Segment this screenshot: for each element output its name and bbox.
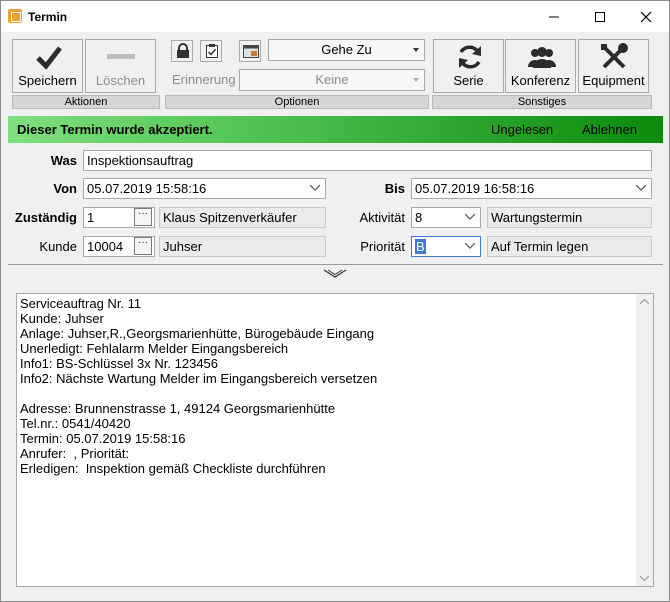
expand-chevron-icon[interactable] [323,268,347,280]
clipboard-check-icon [206,44,218,58]
priority-value: B [415,239,426,254]
was-label: Was [50,153,77,168]
group-caption-options: Optionen [165,95,429,109]
bis-value: 05.07.2019 16:58:16 [415,181,535,196]
group-caption-other: Sonstiges [432,95,652,109]
memo-textarea[interactable]: Serviceauftrag Nr. 11 Kunde: Juhser Anla… [16,293,654,587]
activity-dropdown[interactable]: 8 [411,207,481,228]
customer-id-value: 10004 [87,239,124,254]
customer-lookup-button[interactable]: ··· [134,237,152,255]
memo-text: Serviceauftrag Nr. 11 Kunde: Juhser Anla… [20,296,378,476]
assigned-name-field: Klaus Spitzenverkäufer [159,207,326,228]
close-icon [640,11,652,22]
chevron-down-icon [310,185,320,191]
priority-label: Priorität [360,239,405,254]
chevron-down-icon [413,78,419,82]
status-bar: Dieser Termin wurde akzeptiert. Ungelese… [8,116,663,143]
was-field[interactable]: Inspektionsauftrag [83,150,652,171]
delete-label: Löschen [95,73,146,88]
calendar-view-button[interactable] [239,40,261,62]
goto-dropdown[interactable]: Gehe Zu [268,39,425,61]
title-bar: Termin [1,1,669,32]
save-label: Speichern [18,73,77,88]
checkmark-icon [36,46,62,70]
minimize-icon [549,16,559,17]
appointment-window: Termin Speichern Löschen Aktionen Gehe Z… [0,0,670,602]
equipment-button[interactable]: Equipment [578,39,649,93]
scroll-down-icon[interactable] [640,575,649,581]
section-divider [8,264,663,265]
close-button[interactable] [623,1,669,32]
chevron-down-icon [465,243,475,249]
conference-button[interactable]: Konferenz [505,39,576,93]
app-icon [8,9,22,23]
chevron-down-icon [636,185,646,191]
series-button[interactable]: Serie [433,39,504,93]
reject-link[interactable]: Ablehnen [582,122,637,137]
save-button[interactable]: Speichern [12,39,83,93]
bis-label: Bis [384,181,405,196]
customer-name-field: Juhser [159,236,326,257]
unread-link[interactable]: Ungelesen [491,122,553,137]
refresh-icon [459,45,481,69]
task-list-button[interactable] [200,40,222,62]
von-datetime-field[interactable]: 05.07.2019 15:58:16 [83,178,326,199]
minus-icon [107,54,135,59]
lock-button[interactable] [171,40,193,62]
memo-scrollbar[interactable] [636,294,653,586]
maximize-button[interactable] [577,1,623,32]
tools-icon [601,43,628,69]
chevron-down-icon [465,214,475,220]
von-value: 05.07.2019 15:58:16 [87,181,207,196]
assigned-label: Zuständig [14,210,77,225]
goto-value: Gehe Zu [321,42,372,57]
status-message: Dieser Termin wurde akzeptiert. [17,122,213,137]
priority-name-field: Auf Termin legen [487,236,652,257]
window-image-icon [243,45,259,58]
reminder-dropdown[interactable]: Keine [239,69,425,91]
minimize-button[interactable] [531,1,577,32]
lock-icon [177,43,189,58]
window-title: Termin [28,10,68,24]
customer-label: Kunde [39,239,77,254]
reminder-label: Erinnerung [172,72,236,87]
series-label: Serie [453,73,484,88]
activity-value: 8 [415,210,423,225]
people-icon [528,47,556,68]
assigned-lookup-button[interactable]: ··· [134,208,152,226]
maximize-icon [595,11,605,22]
delete-button[interactable]: Löschen [85,39,156,93]
scroll-up-icon[interactable] [640,299,649,305]
assigned-id-value: 1 [87,210,95,225]
activity-name-field: Wartungstermin [487,207,652,228]
equipment-label: Equipment [582,73,645,88]
conference-label: Konferenz [510,73,571,88]
bis-datetime-field[interactable]: 05.07.2019 16:58:16 [411,178,652,199]
group-caption-actions: Aktionen [12,95,160,109]
chevron-down-icon [413,48,419,52]
reminder-value: Keine [315,72,349,87]
priority-dropdown[interactable]: B [411,236,481,257]
activity-label: Aktivität [359,210,405,225]
von-label: Von [53,181,77,196]
